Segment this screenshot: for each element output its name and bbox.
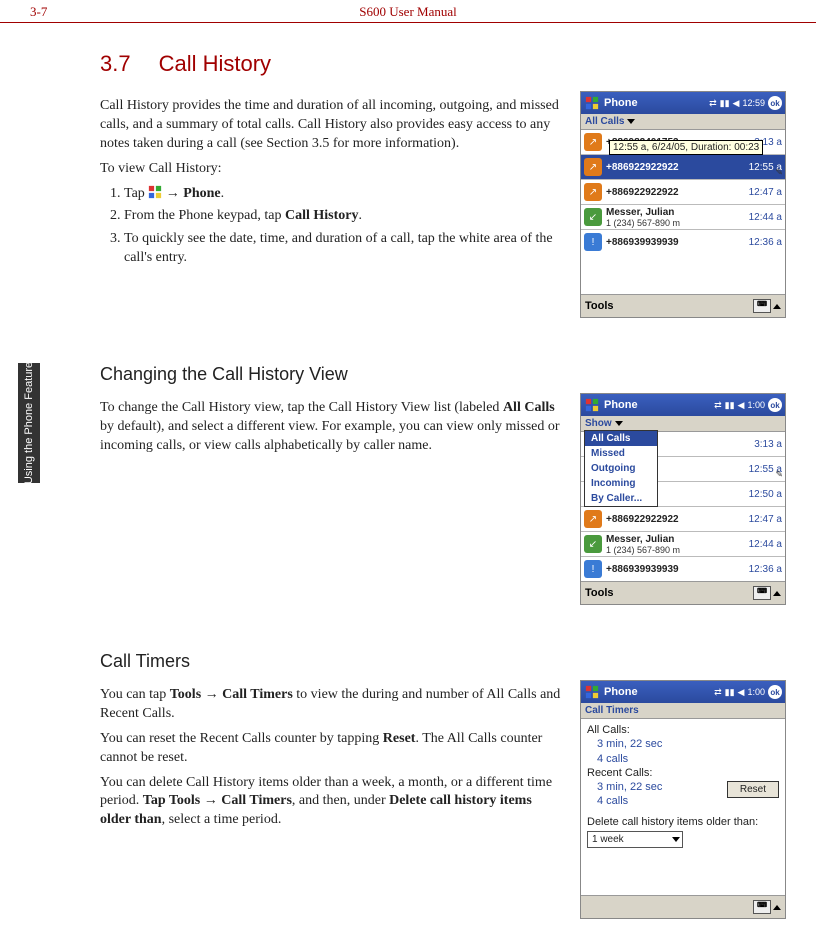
- outgoing-call-icon: ↗: [584, 510, 602, 528]
- steps-list: Tap → Phone. From the Phone keypad, tap …: [100, 185, 562, 269]
- start-icon: [584, 398, 600, 412]
- section-title: 3.7Call History: [100, 51, 786, 77]
- call-history-row[interactable]: ↙Messer, Julian1 (234) 567-890 m12:44 a: [581, 204, 785, 229]
- call-name: Messer, Julian1 (234) 567-890 m: [606, 207, 738, 228]
- call-time: 12:36 a: [738, 564, 782, 575]
- call-time: 12:47 a: [738, 187, 782, 198]
- call-history-row[interactable]: ! +88693993993912:36 a: [581, 229, 785, 254]
- chevron-down-icon: [672, 837, 680, 842]
- note-icon: ✎: [775, 469, 783, 480]
- clock: 1:00: [747, 687, 765, 697]
- call-name: +886922922922: [606, 187, 738, 198]
- outgoing-call-icon: ↗: [584, 133, 602, 151]
- page-number: 3-7: [30, 4, 47, 20]
- screenshot-call-timers: Phone ⇄ ▮▮ ◀ 1:00 ok Call Timers All Cal…: [580, 680, 786, 919]
- signal-icon: ▮▮: [725, 400, 735, 411]
- view-filter-dropdown[interactable]: All Calls: [581, 114, 785, 130]
- call-name: +886922922922: [606, 514, 738, 525]
- screen-title: Call Timers: [581, 703, 785, 719]
- chevron-down-icon: [627, 119, 635, 124]
- call-time: 12:47 a: [738, 514, 782, 525]
- manual-title: S600 User Manual: [359, 4, 457, 20]
- clock: 12:59: [742, 98, 765, 108]
- call-name: +886922922922: [606, 162, 738, 173]
- keyboard-icon[interactable]: ⌨: [753, 900, 771, 914]
- call-history-row[interactable]: ↗+88692292292212:55 a✎: [581, 154, 785, 179]
- missed-call-icon: !: [584, 233, 602, 251]
- sound-icon: ◀: [738, 687, 745, 698]
- incoming-call-icon: ↙: [584, 535, 602, 553]
- app-title: Phone: [604, 686, 638, 698]
- subheading-view: Changing the Call History View: [100, 364, 786, 385]
- call-history-row[interactable]: ! +88693993993912:36 a: [581, 556, 785, 581]
- clock: 1:00: [747, 400, 765, 410]
- call-name: +886939939939: [606, 237, 738, 248]
- call-name: +886939939939: [606, 564, 738, 575]
- start-icon: [584, 96, 600, 110]
- call-history-row[interactable]: ↙Messer, Julian1 (234) 567-890 m12:44 a: [581, 531, 785, 556]
- all-calls-count: 4 calls: [597, 752, 779, 766]
- connectivity-icon: ⇄: [714, 400, 722, 411]
- up-arrow-icon[interactable]: [773, 905, 781, 910]
- subsection-body: You can tap Tools → Call Timers to view …: [100, 680, 562, 836]
- delete-older-label: Delete call history items older than:: [587, 815, 779, 829]
- screenshot-call-history: Phone ⇄ ▮▮ ◀ 12:59 ok All Calls ↗+886982…: [580, 91, 786, 318]
- connectivity-icon: ⇄: [714, 687, 722, 698]
- filter-option[interactable]: Incoming: [585, 476, 657, 491]
- ok-button[interactable]: ok: [768, 96, 782, 110]
- screenshot-view-dropdown: Phone ⇄ ▮▮ ◀ 1:00 ok Show ↗824017533:13 …: [580, 393, 786, 605]
- view-filter-menu: All CallsMissedOutgoingIncomingBy Caller…: [584, 430, 658, 507]
- call-history-row[interactable]: ↗ +88692292292212:47 a: [581, 506, 785, 531]
- ok-button[interactable]: ok: [768, 398, 782, 412]
- app-title: Phone: [604, 399, 638, 411]
- all-calls-duration: 3 min, 22 sec: [597, 737, 779, 751]
- call-history-row[interactable]: ↗ +88692292292212:47 a: [581, 179, 785, 204]
- missed-call-icon: !: [584, 560, 602, 578]
- outgoing-call-icon: ↗: [584, 158, 602, 176]
- chapter-side-tab: Using the Phone Feature: [18, 363, 40, 483]
- incoming-call-icon: ↙: [584, 208, 602, 226]
- call-time: 12:50 a: [738, 489, 782, 500]
- sound-icon: ◀: [733, 98, 740, 109]
- sound-icon: ◀: [738, 400, 745, 411]
- delete-older-dropdown[interactable]: 1 week: [587, 831, 683, 848]
- keyboard-icon[interactable]: ⌨: [753, 299, 771, 313]
- up-arrow-icon[interactable]: [773, 591, 781, 596]
- all-calls-label: All Calls:: [587, 723, 779, 737]
- app-title: Phone: [604, 97, 638, 109]
- tools-menu[interactable]: Tools: [585, 300, 614, 312]
- connectivity-icon: ⇄: [709, 98, 717, 109]
- subsection-body: To change the Call History view, tap the…: [100, 393, 562, 462]
- start-icon: [148, 185, 162, 199]
- signal-icon: ▮▮: [720, 98, 730, 109]
- reset-button[interactable]: Reset: [727, 781, 779, 798]
- call-time: 12:44 a: [738, 212, 782, 223]
- ok-button[interactable]: ok: [768, 685, 782, 699]
- outgoing-call-icon: ↗: [584, 183, 602, 201]
- filter-option[interactable]: By Caller...: [585, 491, 657, 506]
- filter-option[interactable]: Missed: [585, 446, 657, 461]
- note-icon: ✎: [775, 167, 783, 178]
- subheading-timers: Call Timers: [100, 651, 786, 672]
- call-name: Messer, Julian1 (234) 567-890 m: [606, 534, 738, 555]
- keyboard-icon[interactable]: ⌨: [753, 586, 771, 600]
- call-time: 12:44 a: [738, 539, 782, 550]
- recent-calls-label: Recent Calls:: [587, 766, 779, 780]
- up-arrow-icon[interactable]: [773, 304, 781, 309]
- filter-option[interactable]: Outgoing: [585, 461, 657, 476]
- tools-menu[interactable]: Tools: [585, 587, 614, 599]
- chevron-down-icon: [615, 421, 623, 426]
- signal-icon: ▮▮: [725, 687, 735, 698]
- section-body: Call History provides the time and durat…: [100, 91, 562, 274]
- call-time: 3:13 a: [738, 439, 782, 450]
- filter-option[interactable]: All Calls: [585, 431, 657, 446]
- call-time: 12:36 a: [738, 237, 782, 248]
- start-icon: [584, 685, 600, 699]
- call-detail-tooltip: 12:55 a, 6/24/05, Duration: 00:23: [609, 140, 763, 155]
- page-header: 3-7 S600 User Manual: [0, 0, 816, 23]
